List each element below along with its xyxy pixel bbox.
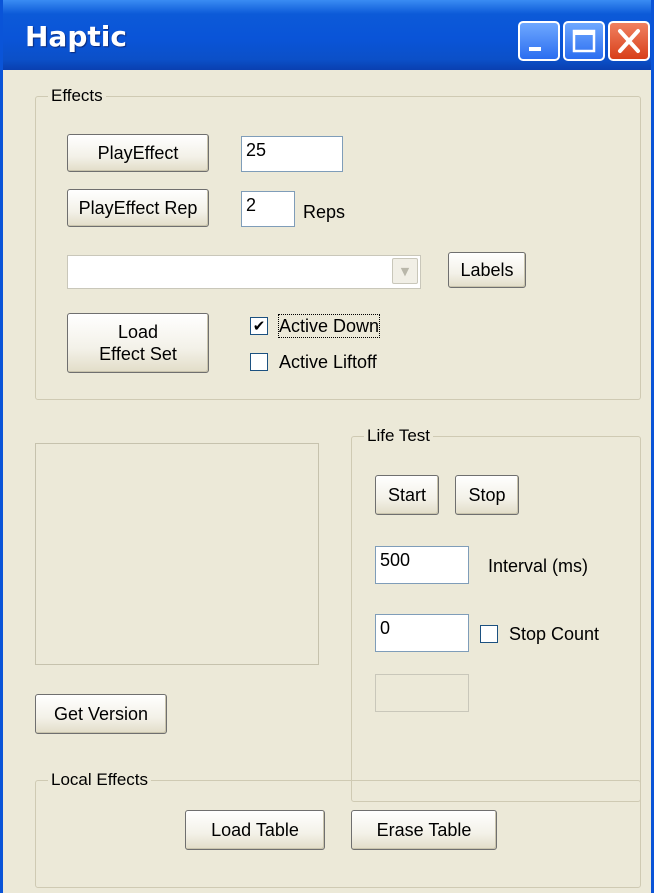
- interval-input[interactable]: 500: [375, 546, 469, 584]
- output-panel: [35, 443, 319, 665]
- interval-label: Interval (ms): [488, 556, 589, 576]
- checkmark-icon: ✔: [252, 317, 266, 335]
- stop-button[interactable]: Stop: [455, 475, 519, 515]
- stop-count-label[interactable]: Stop Count: [509, 623, 599, 645]
- active-liftoff-label[interactable]: Active Liftoff: [279, 351, 377, 373]
- chevron-down-icon: ▼: [400, 264, 410, 278]
- window-title: Haptic: [25, 20, 127, 53]
- stop-count-input[interactable]: 0: [375, 614, 469, 652]
- minimize-button[interactable]: [518, 21, 560, 61]
- local-effects-group-label: Local Effects: [48, 770, 152, 790]
- life-test-group-label: Life Test: [364, 426, 434, 446]
- load-table-button[interactable]: Load Table: [185, 810, 325, 850]
- effect-label-combobox[interactable]: ▼: [67, 255, 421, 289]
- play-effect-rep-button[interactable]: PlayEffect Rep: [67, 189, 209, 227]
- local-effects-group: [35, 780, 641, 888]
- close-icon: [618, 29, 640, 53]
- maximize-button[interactable]: [563, 21, 605, 61]
- get-version-button[interactable]: Get Version: [35, 694, 167, 734]
- stop-count-checkbox[interactable]: [480, 625, 498, 643]
- haptic-window: Haptic Effects PlayEffect 25 PlayEffect …: [0, 0, 654, 893]
- erase-table-button[interactable]: Erase Table: [351, 810, 497, 850]
- play-effect-button[interactable]: PlayEffect: [67, 134, 209, 172]
- reps-label: Reps: [303, 202, 346, 222]
- active-down-label[interactable]: Active Down: [277, 314, 381, 338]
- labels-button[interactable]: Labels: [448, 252, 526, 288]
- maximize-icon: [572, 29, 596, 53]
- title-bar[interactable]: Haptic: [3, 0, 651, 70]
- start-button[interactable]: Start: [375, 475, 439, 515]
- reps-input[interactable]: 2: [241, 191, 295, 227]
- life-test-status-field: [375, 674, 469, 712]
- minimize-icon: [529, 47, 541, 51]
- close-button[interactable]: [608, 21, 650, 61]
- window-content: Effects PlayEffect 25 PlayEffect Rep 2 R…: [3, 70, 651, 893]
- active-liftoff-checkbox[interactable]: [250, 353, 268, 371]
- load-effect-set-button[interactable]: Load Effect Set: [67, 313, 209, 373]
- active-down-checkbox[interactable]: ✔: [250, 317, 268, 335]
- effects-group-label: Effects: [48, 86, 106, 106]
- effect-number-input[interactable]: 25: [241, 136, 343, 172]
- combobox-dropdown-button[interactable]: ▼: [392, 258, 418, 284]
